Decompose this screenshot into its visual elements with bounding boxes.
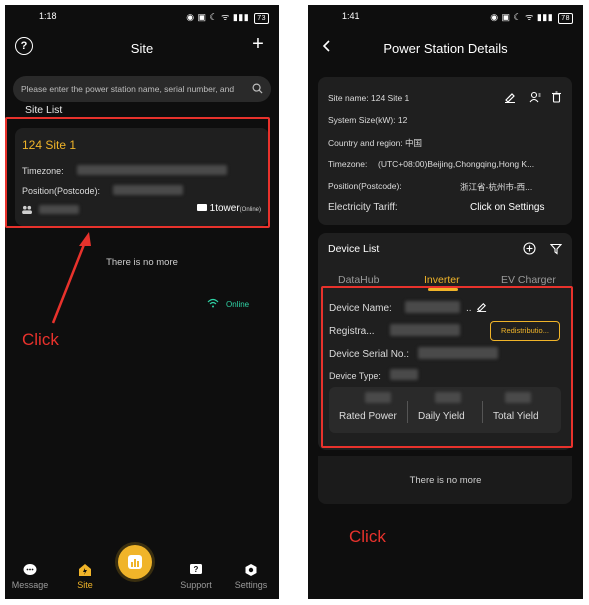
filter-icon[interactable] <box>550 243 562 255</box>
highlight-frame-device-item <box>321 286 573 448</box>
device-list-title: Device List <box>328 243 380 255</box>
tab-datahub[interactable]: DataHub <box>338 274 379 286</box>
site-name-row: Site name: 124 Site 1 <box>328 93 410 103</box>
edit-icon[interactable] <box>504 91 516 103</box>
tariff-settings-link[interactable]: Click on Settings <box>470 202 544 213</box>
share-user-icon[interactable] <box>529 91 541 103</box>
page-title: Power Station Details <box>383 41 508 56</box>
position-value: 浙江省-杭州市-西... <box>460 182 533 192</box>
system-size-row: System Size(kW): 12 <box>328 115 408 125</box>
wifi-online-icon <box>207 298 219 308</box>
delete-icon[interactable] <box>551 91 562 103</box>
click-annotation: Click <box>349 527 386 546</box>
no-more-text: There is no more <box>409 475 482 486</box>
station-info-card: Site name: 124 Site 1 System Size(kW): 1… <box>318 77 572 225</box>
tab-ev-charger[interactable]: EV Charger <box>501 274 556 286</box>
country-row: Country and region: 中国 <box>328 138 423 148</box>
tariff-label: Electricity Tariff: <box>328 202 398 213</box>
status-icons: ◉ ▣ ☾ ᯤ ▮▮▮ 78 <box>490 10 573 24</box>
timezone-label: Timezone: <box>328 159 368 169</box>
status-time: 1:41 <box>342 11 360 21</box>
timezone-value: (UTC+08:00)Beijing,Chongqing,Hong K... <box>378 159 535 169</box>
status-bar: 1:41 ◉ ▣ ☾ ᯤ ▮▮▮ 78 <box>308 5 583 27</box>
tab-inverter[interactable]: Inverter <box>424 274 460 286</box>
battery-icon: 78 <box>558 13 573 24</box>
add-device-icon[interactable] <box>523 242 536 255</box>
position-label: Position(Postcode): <box>328 181 402 191</box>
online-status: Online <box>226 300 250 309</box>
